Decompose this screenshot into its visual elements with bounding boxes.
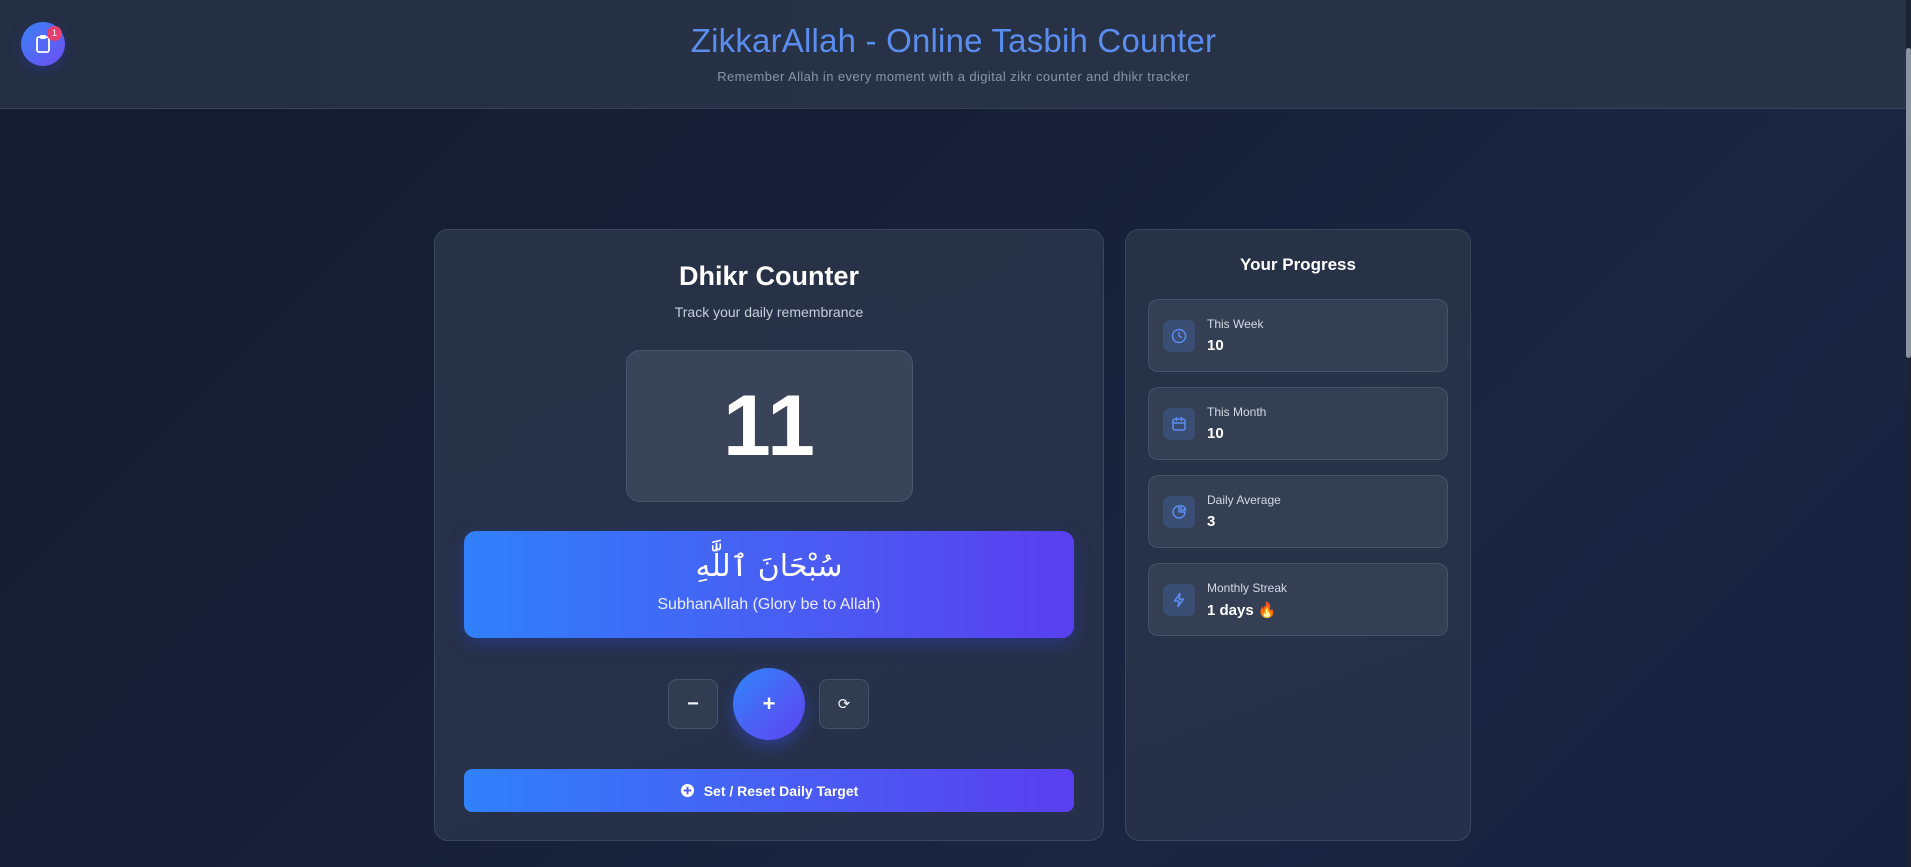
minus-icon: −	[687, 692, 699, 715]
stat-label: This Month	[1207, 405, 1267, 419]
decrement-button[interactable]: −	[668, 679, 718, 729]
stat-label: This Week	[1207, 317, 1264, 331]
reset-button[interactable]: ⟳	[819, 679, 869, 729]
stat-value: 1 days 🔥	[1207, 602, 1277, 619]
plus-circle-icon	[680, 783, 694, 798]
scrollbar-thumb[interactable]	[1906, 48, 1911, 358]
dhikr-transliteration: SubhanAllah (Glory be to Allah)	[657, 596, 881, 613]
stat-value: 3	[1207, 513, 1216, 530]
stat-label: Monthly Streak	[1207, 581, 1288, 595]
increment-button[interactable]: +	[733, 668, 805, 740]
dhikr-arabic-text: سُبْحَانَ ٱللَّٰهِ	[695, 549, 843, 584]
stat-this-week: This Week 10	[1148, 299, 1448, 372]
counter-subtitle: Track your daily remembrance	[674, 304, 864, 320]
stat-value: 10	[1207, 337, 1224, 354]
clock-icon	[1163, 320, 1195, 352]
reset-icon: ⟳	[837, 696, 851, 713]
plus-icon: +	[762, 691, 776, 716]
stat-this-month: This Month 10	[1148, 387, 1448, 460]
progress-title: Your Progress	[1240, 255, 1356, 274]
set-daily-target-label: Set / Reset Daily Target	[703, 782, 859, 799]
count-display: 11	[626, 350, 913, 502]
page-scrollbar[interactable]	[1906, 0, 1911, 867]
dhikr-counter-card: Dhikr Counter Track your daily remembran…	[434, 229, 1104, 841]
set-daily-target-button[interactable]: Set / Reset Daily Target	[464, 769, 1074, 812]
pie-chart-icon	[1163, 496, 1195, 528]
site-title: ZikkarAllah - Online Tasbih Counter	[690, 22, 1217, 59]
stat-monthly-streak: Monthly Streak 1 days 🔥	[1148, 563, 1448, 636]
site-subtitle: Remember Allah in every moment with a di…	[717, 69, 1190, 84]
count-value: 11	[723, 377, 816, 474]
dhikr-selector[interactable]: سُبْحَانَ ٱللَّٰهِ SubhanAllah (Glory be…	[464, 531, 1074, 638]
counter-title: Dhikr Counter	[678, 261, 859, 291]
stat-value: 10	[1207, 425, 1224, 442]
stat-daily-average: Daily Average 3	[1148, 475, 1448, 548]
stat-label: Daily Average	[1207, 493, 1281, 507]
lightning-icon	[1163, 584, 1195, 616]
calendar-icon	[1163, 408, 1195, 440]
progress-card: Your Progress This Week 10 This Month 10…	[1125, 229, 1471, 841]
site-header: 1 ZikkarAllah - Online Tasbih Counter Re…	[0, 0, 1907, 109]
